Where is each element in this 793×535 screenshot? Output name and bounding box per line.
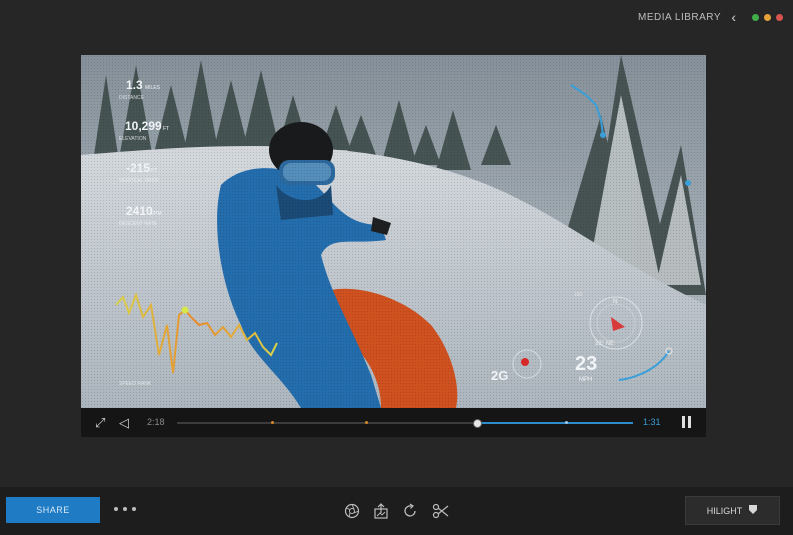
stat4-value: 2410	[126, 204, 153, 218]
media-library-title[interactable]: MEDIA LIBRARY	[638, 12, 721, 23]
video-frame[interactable]: 1.3 MILES DISTANCE 10,299 FT ELEVATION -…	[81, 55, 706, 408]
stat3-unit: FT	[151, 168, 157, 174]
highlight-button[interactable]: HILIGHT	[685, 496, 780, 525]
trim-icon[interactable]	[432, 503, 449, 519]
window-dot-green[interactable]	[752, 14, 759, 21]
stat2-label: ELEVATION	[119, 136, 147, 142]
video-scene: 1.3 MILES DISTANCE 10,299 FT ELEVATION -…	[81, 55, 706, 408]
window-dot-red[interactable]	[776, 14, 783, 21]
lens-icon[interactable]	[344, 503, 360, 519]
seek-bar-fill	[477, 422, 633, 424]
speed-unit: MPH	[579, 377, 592, 383]
title-bar: MEDIA LIBRARY ‹	[0, 0, 793, 36]
speed-value: 23	[575, 353, 597, 375]
stat3-label: VERTICAL DROP	[119, 178, 160, 184]
share-button[interactable]: SHARE	[6, 497, 100, 523]
rotate-icon[interactable]	[402, 503, 418, 519]
total-time: 1:31	[643, 417, 661, 427]
fullscreen-icon[interactable]: ⤢	[95, 415, 105, 431]
export-icon[interactable]	[373, 503, 389, 519]
bottom-toolbar: SHARE HILIGHT	[0, 487, 793, 535]
shield-icon	[748, 504, 758, 517]
compass-n: N	[613, 299, 617, 305]
seek-marker[interactable]	[565, 421, 568, 424]
highlight-label: HILIGHT	[706, 505, 743, 516]
g-value: 2G	[491, 368, 508, 383]
more-dots-icon[interactable]	[114, 507, 136, 511]
stat4-unit: FPM	[151, 211, 162, 217]
video-player: 1.3 MILES DISTANCE 10,299 FT ELEVATION -…	[81, 55, 706, 437]
seek-marker[interactable]	[365, 421, 368, 424]
pause-icon[interactable]	[682, 416, 692, 428]
stat1-value: 1.3	[126, 78, 143, 92]
stat1-label: DISTANCE	[119, 95, 145, 101]
speed-graph-label: SPEED RANK	[119, 381, 152, 387]
window-dot-orange[interactable]	[764, 14, 771, 21]
speed-graph-marker	[181, 306, 189, 314]
altitude-tick: 150	[574, 292, 583, 298]
seek-knob[interactable]	[473, 419, 482, 428]
stat4-label: DESCENT RATE	[119, 221, 158, 227]
stat2-value: 10,299	[125, 119, 162, 133]
stat3-value: -215	[126, 161, 150, 175]
heading-readout: 32° NE	[595, 341, 614, 347]
elapsed-time: 2:18	[147, 417, 165, 427]
playback-controls: ⤢ ◁ 2:18 1:31	[81, 408, 706, 437]
seek-marker[interactable]	[271, 421, 274, 424]
stat2-unit: FT	[163, 126, 169, 132]
window-controls	[752, 14, 783, 21]
stat1-unit: MILES	[145, 85, 161, 91]
chevron-left-icon[interactable]: ‹	[731, 9, 736, 25]
seek-bar[interactable]	[177, 419, 633, 428]
volume-icon[interactable]: ◁	[119, 415, 129, 431]
